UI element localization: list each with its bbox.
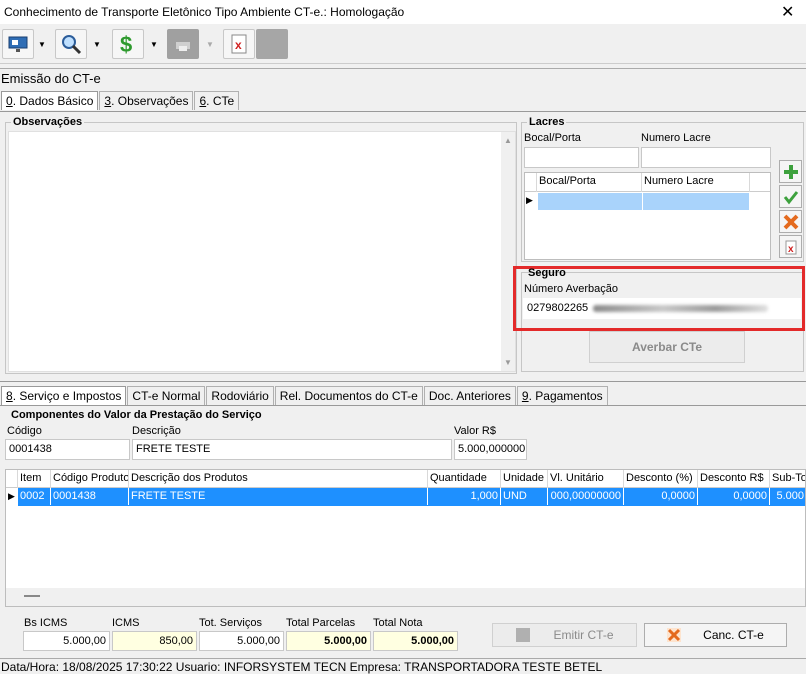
scrollbar[interactable]: ▲ ▼ (501, 132, 515, 371)
add-icon[interactable] (779, 160, 802, 183)
window-title: Conhecimento de Transporte Eletônico Tip… (4, 5, 405, 19)
svg-text:x: x (788, 244, 794, 255)
bs-icms-label: Bs ICMS (24, 617, 68, 629)
canc-cte-button[interactable]: Canc. CT-e (644, 623, 787, 647)
redacted-value (593, 304, 769, 312)
tab-cte-normal[interactable]: CT-e Normal (127, 386, 206, 405)
lacres-title: Lacres (527, 116, 567, 128)
horizontal-scrollbar[interactable] (6, 588, 805, 606)
cancel-doc-icon[interactable]: x (223, 29, 255, 59)
col-item: Item (18, 470, 51, 488)
status-bar: Data/Hora: 18/08/2025 17:30:22 Usuario: … (0, 658, 806, 674)
col-quantidade: Quantidade (428, 470, 501, 488)
toolbar: ▼ ▼ $ ▼ ▼ x (0, 24, 806, 64)
svg-text:$: $ (120, 32, 132, 56)
col-desconto-rs: Desconto R$ (698, 470, 770, 488)
delete-icon[interactable]: x (779, 235, 802, 258)
row-indicator-icon: ▶ (526, 195, 533, 205)
chevron-down-icon[interactable]: ▼ (206, 40, 214, 49)
total-nota-label: Total Nota (373, 617, 423, 629)
tab-servico-impostos[interactable]: 8. Serviço e Impostos (1, 386, 127, 405)
tab-doc-anteriores[interactable]: Doc. Anteriores (423, 386, 516, 405)
col-unidade: Unidade (501, 470, 548, 488)
total-parcelas-value: 5.000,00 (286, 631, 371, 651)
table-row[interactable]: 0002 0001438 FRETE TESTE 1,000 UND 000,0… (18, 488, 805, 506)
numero-lacre-input[interactable] (641, 147, 771, 168)
chevron-down-icon[interactable]: ▼ (38, 40, 46, 49)
check-icon[interactable] (779, 185, 802, 208)
search-icon[interactable] (55, 29, 87, 59)
componentes-title: Componentes do Valor da Prestação do Ser… (11, 409, 262, 421)
tab-cte[interactable]: 6. CTe (194, 91, 240, 110)
total-parcelas-label: Total Parcelas (286, 617, 356, 629)
bocal-label: Bocal/Porta (524, 132, 581, 144)
items-grid[interactable]: Item Código Produto Descrição dos Produt… (5, 469, 806, 607)
disabled-button[interactable] (256, 29, 288, 59)
emitir-cte-button[interactable]: Emitir CT-e (492, 623, 637, 647)
section-title: Emissão do CT-e (0, 68, 806, 87)
numero-lacre-label: Numero Lacre (641, 132, 711, 144)
averbacao-label: Número Averbação (524, 283, 618, 295)
col-descricao: Descrição dos Produtos (129, 470, 428, 488)
icms-label: ICMS (112, 617, 140, 629)
total-nota-value: 5.000,00 (373, 631, 458, 651)
observacoes-title: Observações (11, 116, 85, 128)
cancel-icon (667, 628, 682, 642)
printer-icon[interactable] (167, 29, 199, 59)
valor-label: Valor R$ (454, 425, 496, 437)
emitir-icon (515, 628, 530, 642)
tab-pagamentos[interactable]: 9. Pagamentos (516, 386, 608, 405)
top-tabs: 0. Dados Básico 3. Observações 6. CTe (1, 91, 240, 110)
cancel-icon[interactable] (779, 210, 802, 233)
descricao-input[interactable]: FRETE TESTE (132, 439, 452, 460)
svg-text:x: x (235, 38, 242, 52)
tab-dados-basico[interactable]: 0. Dados Básico (1, 91, 99, 110)
averbacao-input[interactable]: 0279802265 (523, 298, 801, 319)
bs-icms-value: 5.000,00 (23, 631, 110, 651)
items-grid-header: Item Código Produto Descrição dos Produt… (6, 470, 805, 488)
codigo-input[interactable]: 0001438 (5, 439, 130, 460)
col-desconto-pct: Desconto (%) (624, 470, 698, 488)
col-subtotal: Sub-To (770, 470, 805, 488)
dollar-icon[interactable]: $ (112, 29, 144, 59)
lacres-row[interactable] (538, 193, 749, 210)
chevron-down-icon[interactable]: ▼ (150, 40, 158, 49)
tab-rodoviario[interactable]: Rodoviário (206, 386, 274, 405)
seguro-title: Seguro (528, 267, 566, 279)
row-indicator-icon: ▶ (8, 491, 15, 501)
col-codigo-produto: Código Produto (51, 470, 129, 488)
grid-header-bocal: Bocal/Porta (537, 173, 642, 192)
descricao-label: Descrição (132, 425, 181, 437)
tab-rel-documentos[interactable]: Rel. Documentos do CT-e (274, 386, 423, 405)
observacoes-textarea[interactable] (8, 131, 516, 372)
tab-observacoes[interactable]: 3. Observações (99, 91, 194, 110)
codigo-label: Código (7, 425, 42, 437)
chevron-down-icon[interactable]: ▼ (93, 40, 101, 49)
col-vl-unitario: Vl. Unitário (548, 470, 624, 488)
lacres-grid[interactable]: Bocal/Porta Numero Lacre ▶ (524, 172, 771, 260)
close-icon[interactable]: ✕ (781, 2, 794, 22)
tot-servicos-value: 5.000,00 (199, 631, 284, 651)
grid-header-numero: Numero Lacre (642, 173, 750, 192)
averbar-button[interactable]: Averbar CTe (589, 331, 745, 363)
bocal-input[interactable] (524, 147, 639, 168)
monitor-icon[interactable] (2, 29, 34, 59)
valor-input[interactable]: 5.000,000000 (454, 439, 527, 460)
bottom-tabs: 8. Serviço e Impostos CT-e Normal Rodovi… (1, 386, 609, 405)
icms-value: 850,00 (112, 631, 197, 651)
tot-servicos-label: Tot. Serviços (199, 617, 262, 629)
